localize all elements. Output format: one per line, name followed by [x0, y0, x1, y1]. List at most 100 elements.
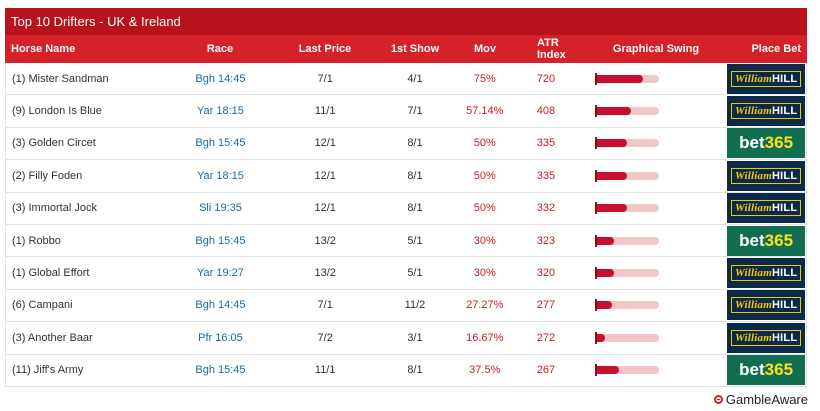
first-show: 11/2	[404, 299, 426, 312]
movement: 30%	[473, 267, 496, 280]
william-hill-logo-script: William	[734, 267, 773, 280]
bet365-logo[interactable]: bet 365	[727, 128, 806, 159]
swing-bar	[594, 137, 665, 150]
movement: 50%	[473, 137, 496, 150]
race-link[interactable]: Yar 18:15	[166, 105, 276, 117]
header-race: Race	[206, 43, 234, 55]
last-price: 12/1	[314, 202, 336, 215]
last-price: 13/2	[314, 267, 336, 280]
graphical-swing	[585, 202, 727, 215]
race-link[interactable]: Yar 18:15	[166, 170, 276, 182]
swing-tick	[594, 72, 597, 85]
horse-name: (9) London Is Blue	[12, 105, 102, 118]
atr-index: 332	[536, 202, 556, 215]
horse-name: (3) Golden Circet	[12, 137, 96, 150]
atr-index: 277	[536, 299, 556, 312]
horse-name: (6) Campani	[12, 299, 73, 312]
william-hill-logo[interactable]: WilliamHILL	[727, 96, 806, 127]
graphical-swing	[585, 169, 727, 182]
swing-bar	[594, 202, 665, 215]
race-link[interactable]: Sli 19:35	[166, 202, 276, 214]
table-row: (3) Golden Circet Bgh 15:45 12/1 8/1 50% 335 b…	[6, 128, 806, 161]
swing-fill	[594, 171, 627, 180]
panel-title: Top 10 Drifters - UK & Ireland	[5, 8, 807, 35]
movement: 50%	[473, 169, 496, 182]
table-row: (1) Robbo Bgh 15:45 13/2 5/1 30% 323 bet 365	[6, 225, 806, 258]
place-bet-cell: WilliamHILL	[726, 193, 806, 224]
first-show: 5/1	[407, 267, 423, 280]
william-hill-logo-script: William	[734, 105, 773, 118]
last-price: 7/1	[317, 72, 333, 85]
place-bet-cell: bet 365	[726, 355, 806, 386]
table-row: (3) Another Baar Pfr 16:05 7/2 3/1 16.67% 272…	[6, 322, 806, 355]
place-bet-cell: WilliamHILL	[726, 290, 806, 321]
place-bet-cell: WilliamHILL	[726, 322, 806, 353]
william-hill-logo[interactable]: WilliamHILL	[727, 160, 806, 191]
header-last-price: Last Price	[298, 43, 352, 55]
swing-bar	[594, 331, 665, 344]
header-first-show: 1st Show	[390, 43, 440, 55]
graphical-swing	[585, 364, 727, 377]
william-hill-logo[interactable]: WilliamHILL	[727, 193, 806, 224]
race-link[interactable]: Bgh 15:45	[166, 235, 276, 247]
gamble-aware-icon	[713, 395, 723, 404]
table-row: (2) Filly Foden Yar 18:15 12/1 8/1 50% 335 Wil…	[6, 160, 806, 193]
bet365-logo-text-b: 365	[764, 230, 794, 250]
bet365-logo-text-b: 365	[764, 133, 794, 153]
first-show: 8/1	[407, 202, 423, 215]
graphical-swing	[585, 105, 727, 118]
swing-fill	[594, 107, 632, 116]
first-show: 8/1	[407, 364, 423, 377]
william-hill-logo-block: HILL	[772, 169, 798, 182]
swing-tick	[594, 169, 597, 182]
first-show: 3/1	[407, 331, 423, 344]
header-atr-index: ATR Index	[537, 37, 566, 61]
william-hill-logo[interactable]: WilliamHILL	[727, 63, 806, 94]
table-row: (3) Immortal Jock Sli 19:35 12/1 8/1 50% 332 W…	[6, 193, 806, 225]
gamble-aware-label: GambleAware	[725, 392, 808, 407]
swing-tick	[594, 137, 597, 150]
place-bet-cell: WilliamHILL	[726, 63, 806, 94]
race-link[interactable]: Bgh 15:45	[166, 137, 276, 149]
drifters-table-body: (1) Mister Sandman Bgh 14:45 7/1 4/1 75% 720 W…	[5, 63, 807, 387]
first-show: 8/1	[407, 169, 423, 182]
william-hill-logo-block: HILL	[772, 72, 798, 85]
bet365-logo-text-a: bet	[739, 133, 765, 153]
swing-fill	[594, 204, 627, 213]
movement: 75%	[473, 72, 496, 85]
william-hill-logo[interactable]: WilliamHILL	[727, 322, 806, 353]
place-bet-cell: WilliamHILL	[726, 160, 806, 191]
race-link[interactable]: Yar 19:27	[166, 267, 276, 279]
last-price: 11/1	[314, 105, 336, 118]
atr-index: 408	[536, 105, 556, 118]
last-price: 7/1	[317, 299, 333, 312]
header-place-bet: Place Bet	[751, 43, 801, 55]
william-hill-logo-script: William	[734, 169, 773, 182]
william-hill-logo-script: William	[734, 202, 773, 215]
swing-bar	[594, 364, 665, 377]
swing-bar	[594, 267, 665, 280]
gamble-aware[interactable]: GambleAware	[713, 392, 808, 407]
bet365-logo[interactable]: bet 365	[727, 355, 806, 386]
last-price: 12/1	[314, 137, 336, 150]
header-horse-name: Horse Name	[11, 43, 76, 55]
table-row: (1) Global Effort Yar 19:27 13/2 5/1 30% 320 W…	[6, 257, 806, 290]
william-hill-logo[interactable]: WilliamHILL	[727, 290, 806, 321]
swing-fill	[594, 139, 627, 148]
place-bet-cell: WilliamHILL	[726, 96, 806, 127]
race-link[interactable]: Bgh 14:45	[166, 299, 276, 311]
bet365-logo-text-b: 365	[764, 360, 794, 380]
movement: 30%	[473, 234, 496, 247]
atr-index: 267	[536, 364, 556, 377]
movement: 27.27%	[466, 299, 504, 312]
bet365-logo-text-a: bet	[739, 360, 765, 380]
table-row: (11) Jiff's Army Bgh 15:45 11/1 8/1 37.5% 267…	[6, 355, 806, 387]
race-link[interactable]: Bgh 15:45	[166, 364, 276, 376]
william-hill-logo[interactable]: WilliamHILL	[727, 258, 806, 289]
race-link[interactable]: Pfr 16:05	[166, 332, 276, 344]
atr-index: 335	[536, 169, 556, 182]
bet365-logo[interactable]: bet 365	[727, 225, 806, 256]
race-link[interactable]: Bgh 14:45	[166, 73, 276, 85]
graphical-swing	[585, 267, 727, 280]
swing-fill	[594, 301, 613, 310]
